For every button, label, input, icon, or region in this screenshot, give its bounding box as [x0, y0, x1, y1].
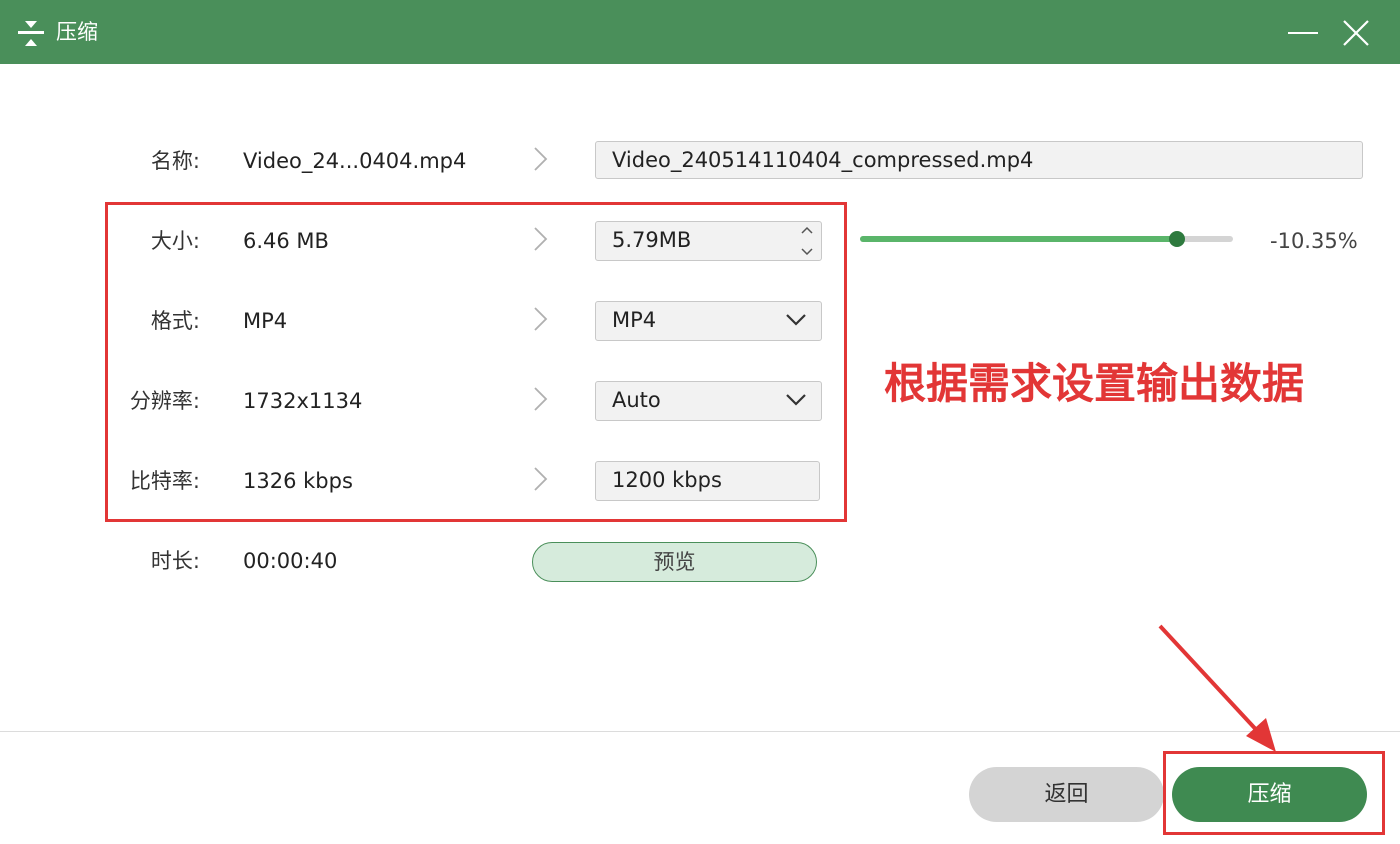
back-button[interactable]: 返回: [969, 767, 1164, 822]
minimize-icon[interactable]: [1286, 18, 1320, 48]
slider-thumb[interactable]: [1169, 231, 1186, 247]
duration-value: 00:00:40: [243, 549, 338, 573]
close-icon[interactable]: [1338, 16, 1374, 50]
pointer-arrow-icon: [1158, 624, 1276, 752]
preview-button[interactable]: 预览: [532, 542, 817, 582]
size-slider[interactable]: [860, 231, 1233, 247]
window-title: 压缩: [56, 20, 98, 44]
compress-highlight-box: [1163, 751, 1385, 835]
output-filename-field[interactable]: Video_240514110404_compressed.mp4: [595, 141, 1363, 179]
name-source-value: Video_24...0404.mp4: [243, 149, 467, 173]
compress-icon: [18, 21, 44, 46]
highlight-box: [105, 202, 847, 522]
title-bar: 压缩: [0, 0, 1400, 64]
annotation-text: 根据需求设置输出数据: [884, 359, 1305, 408]
chevron-right-icon: [534, 147, 548, 171]
size-reduction-percent: -10.35%: [1270, 229, 1358, 253]
slider-fill: [860, 236, 1178, 242]
duration-label: 时长:: [150, 549, 200, 573]
output-filename-text: Video_240514110404_compressed.mp4: [612, 148, 1034, 172]
name-label: 名称:: [150, 149, 200, 173]
